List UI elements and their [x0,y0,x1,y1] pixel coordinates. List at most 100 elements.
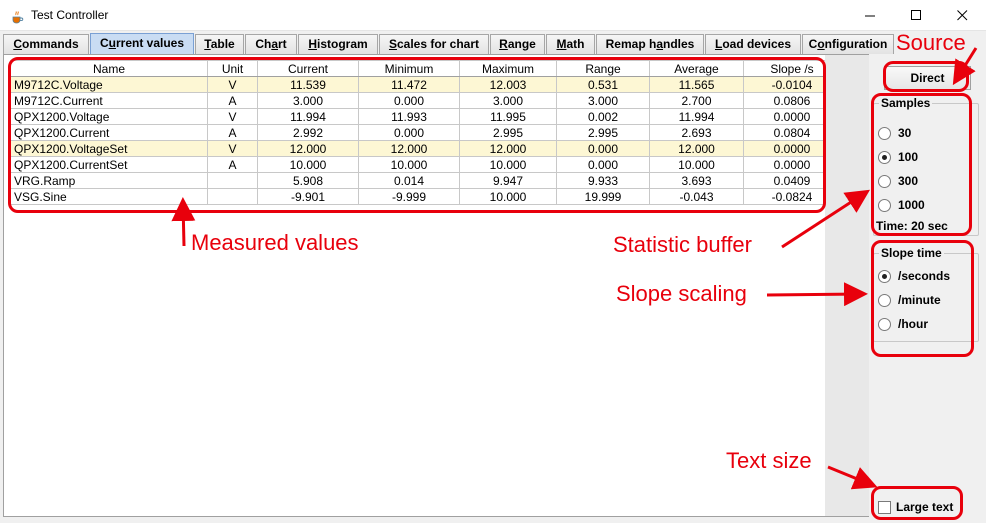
samples-option-30[interactable]: 30 [878,125,911,141]
table-cell: V [207,108,258,125]
column-header-name[interactable]: Name [10,60,208,77]
table-cell: 5.908 [257,172,359,189]
close-button[interactable] [940,0,986,31]
tab-histogram[interactable]: Histogram [298,34,378,54]
minimize-icon [865,15,875,17]
close-icon [957,10,968,21]
table-cell: 19.999 [556,188,650,205]
column-header-current[interactable]: Current [257,60,359,77]
table-cell: VSG.Sine [10,188,208,205]
table-cell: V [207,76,258,93]
table-cell: 11.565 [649,76,744,93]
table-row[interactable]: QPX1200.Voltage V 11.994 11.993 11.995 0.002 1… [10,108,841,125]
table-cell: 12.000 [649,140,744,157]
table-cell: 9.947 [459,172,557,189]
samples-group: Samples [873,96,979,236]
table-cell: A [207,92,258,109]
table-cell: 10.000 [358,156,460,173]
minimize-button[interactable] [848,0,894,31]
tab-chart[interactable]: Chart [245,34,297,54]
radio-icon[interactable] [878,126,891,140]
tab-configuration[interactable]: Configuration [802,34,894,54]
table-cell: 11.539 [257,76,359,93]
table-cell: 11.995 [459,108,557,125]
table-cell: A [207,156,258,173]
column-header-minimum[interactable]: Minimum [358,60,460,77]
table-row[interactable]: M9712C.Current A 3.000 0.000 3.000 3.000 2.700… [10,92,841,109]
tab-load-devices[interactable]: Load devices [705,34,801,54]
table-cell: 2.992 [257,124,359,141]
column-header-average[interactable]: Average [649,60,744,77]
table-cell: 11.994 [649,108,744,125]
table-cell: 12.000 [358,140,460,157]
samples-option-1000[interactable]: 1000 [878,197,925,213]
column-header-unit[interactable]: Unit [207,60,258,77]
table-cell: 9.933 [556,172,650,189]
table-cell: QPX1200.CurrentSet [10,156,208,173]
slope-time-title: Slope time [881,246,942,260]
large-text-checkbox[interactable] [878,500,891,514]
table-cell [207,172,258,189]
slope-option-minute[interactable]: /minute [878,292,941,308]
table-row[interactable]: QPX1200.VoltageSet V 12.000 12.000 12.000 0.0… [10,140,841,157]
table-cell: 11.472 [358,76,460,93]
tab-table[interactable]: Table [195,34,244,54]
large-text-checkbox-row[interactable]: Large text [878,500,953,514]
large-text-label: Large text [896,500,954,514]
table-cell: 3.000 [459,92,557,109]
radio-selected-icon[interactable] [878,269,891,283]
column-header-maximum[interactable]: Maximum [459,60,557,77]
table-cell: 3.000 [556,92,650,109]
side-panel: Direct Samples 30 100 300 1000 Time: 20 … [870,54,982,517]
radio-icon[interactable] [878,198,891,212]
title-bar: Test Controller [0,0,986,31]
maximize-icon [911,10,921,20]
table-cell: 2.995 [556,124,650,141]
table-cell: 0.000 [358,92,460,109]
table-cell: M9712C.Voltage [10,76,208,93]
radio-icon[interactable] [878,317,891,331]
table-cell: -9.999 [358,188,460,205]
table-row[interactable]: QPX1200.Current A 2.992 0.000 2.995 2.995 2.69… [10,124,841,141]
samples-option-300[interactable]: 300 [878,173,918,189]
table-header-row: Name Unit Current Minimum Maximum Range … [10,60,841,77]
table-cell: QPX1200.Voltage [10,108,208,125]
table-cell: VRG.Ramp [10,172,208,189]
table-cell: QPX1200.VoltageSet [10,140,208,157]
table-row[interactable]: VRG.Ramp 5.908 0.014 9.947 9.933 3.693 0.0409 [10,172,841,189]
table-cell: 0.000 [358,124,460,141]
tab-remap-handles[interactable]: Remap handles [596,34,704,54]
table-row[interactable]: M9712C.Voltage V 11.539 11.472 12.003 0.531 11… [10,76,841,93]
table-cell: -9.901 [257,188,359,205]
buffer-time-text: Time: 20 sec [876,219,948,233]
table-gutter [825,55,869,516]
table-cell: 2.995 [459,124,557,141]
radio-selected-icon[interactable] [878,150,891,164]
table-cell: V [207,140,258,157]
table-row[interactable]: QPX1200.CurrentSet A 10.000 10.000 10.000 0.0… [10,156,841,173]
table-cell: 10.000 [649,156,744,173]
table-cell [207,188,258,205]
table-row[interactable]: VSG.Sine -9.901 -9.999 10.000 19.999 -0.043 -0… [10,188,841,205]
table-cell: 2.693 [649,124,744,141]
samples-option-100[interactable]: 100 [878,149,918,165]
slope-option-seconds[interactable]: /seconds [878,268,950,284]
source-direct-button[interactable]: Direct [884,66,971,90]
table-cell: 0.002 [556,108,650,125]
table-cell: 2.700 [649,92,744,109]
radio-icon[interactable] [878,293,891,307]
slope-option-hour[interactable]: /hour [878,316,928,332]
tab-range[interactable]: Range [490,34,545,54]
table-cell: -0.043 [649,188,744,205]
maximize-button[interactable] [894,0,940,31]
radio-icon[interactable] [878,174,891,188]
window-title: Test Controller [31,8,109,22]
column-header-range[interactable]: Range [556,60,650,77]
measured-values-table: Name Unit Current Minimum Maximum Range … [10,60,841,205]
tab-scales-for-chart[interactable]: Scales for chart [379,34,489,54]
tab-current-values[interactable]: Current values [90,33,194,54]
tab-commands[interactable]: Commands [3,34,89,54]
tab-math[interactable]: Math [546,34,595,54]
java-cup-icon [12,11,24,24]
table-cell: 0.014 [358,172,460,189]
